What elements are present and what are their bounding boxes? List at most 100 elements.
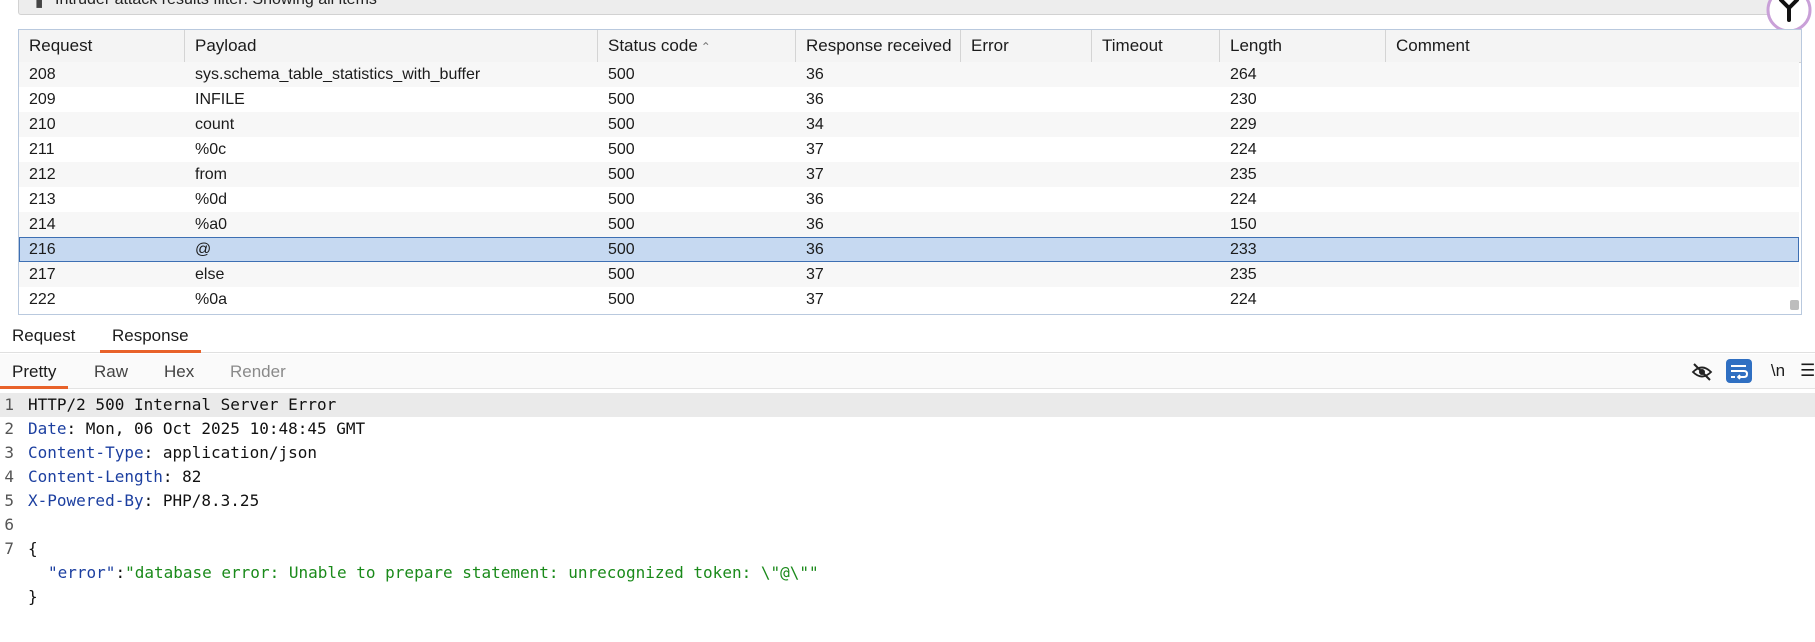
- cell-request: 222: [29, 291, 56, 308]
- cell-status-code: 500: [608, 91, 635, 108]
- line-number: 5: [4, 491, 14, 510]
- header-line: Date: Mon, 06 Oct 2025 10:48:45 GMT: [28, 419, 366, 438]
- cell-response-received: 37: [806, 166, 824, 183]
- header-line: Content-Type: application/json: [28, 443, 317, 462]
- cell-error: [961, 237, 1092, 262]
- cell-timeout: [1092, 187, 1220, 212]
- cell-length: 224: [1230, 141, 1257, 158]
- cell-request: 211: [29, 141, 55, 158]
- cell-timeout: [1092, 162, 1220, 187]
- filter-text: Intruder attack results filter: Showing …: [55, 0, 377, 9]
- cell-status-code: 500: [608, 291, 635, 308]
- menu-icon[interactable]: ☰: [1800, 354, 1815, 388]
- tab-raw[interactable]: Raw: [82, 354, 140, 386]
- column-header-response-received[interactable]: Response received: [796, 30, 961, 62]
- cell-response-received: 37: [806, 291, 824, 308]
- cell-request: 216: [29, 241, 56, 258]
- header-value: application/json: [153, 443, 317, 462]
- column-header-comment[interactable]: Comment: [1386, 30, 1799, 62]
- cell-length: 235: [1230, 166, 1257, 183]
- cell-comment: [1386, 212, 1799, 237]
- tab-response[interactable]: Response: [100, 320, 201, 353]
- line-number: 6: [4, 515, 14, 534]
- response-line: 1 HTTP/2 500 Internal Server Error: [0, 393, 1815, 417]
- view-tabs: Pretty Raw Hex Render \n ☰: [0, 354, 1815, 389]
- line-number: 1: [4, 395, 14, 414]
- header-line: X-Powered-By: PHP/8.3.25: [28, 491, 260, 510]
- cell-comment: [1386, 187, 1799, 212]
- cell-response-received: 36: [806, 241, 824, 258]
- table-row[interactable]: 208 sys.schema_table_statistics_with_buff…: [19, 62, 1799, 87]
- cell-length: 235: [1230, 266, 1257, 283]
- response-line: 5 X-Powered-By: PHP/8.3.25: [0, 489, 1815, 513]
- tab-render[interactable]: Render: [218, 354, 298, 386]
- response-line: 3 Content-Type: application/json: [0, 441, 1815, 465]
- header-name: X-Powered-By: [28, 491, 144, 510]
- table-row[interactable]: 214 %a0 500 36 150: [19, 212, 1799, 237]
- table-row[interactable]: 213 %0d 500 36 224: [19, 187, 1799, 212]
- column-header-request[interactable]: Request: [19, 30, 185, 62]
- response-line: }: [0, 585, 1815, 609]
- cell-comment: [1386, 62, 1799, 87]
- cell-timeout: [1092, 112, 1220, 137]
- cell-comment: [1386, 162, 1799, 187]
- column-header-timeout[interactable]: Timeout: [1092, 30, 1220, 62]
- cell-request: 208: [29, 66, 56, 83]
- table-row[interactable]: 210 count 500 34 229: [19, 112, 1799, 137]
- tab-request[interactable]: Request: [0, 320, 87, 350]
- message-tabs: Request Response: [0, 320, 1815, 353]
- tab-hex[interactable]: Hex: [152, 354, 206, 386]
- response-line: "error":"database error: Unable to prepa…: [0, 561, 1815, 585]
- cell-error: [961, 137, 1092, 162]
- cell-length: 224: [1230, 191, 1257, 208]
- cell-timeout: [1092, 237, 1220, 262]
- header-value: Mon, 06 Oct 2025 10:48:45 GMT: [76, 419, 366, 438]
- cell-response-received: 34: [806, 116, 824, 133]
- table-row[interactable]: 209 INFILE 500 36 230: [19, 87, 1799, 112]
- cell-length: 264: [1230, 66, 1257, 83]
- line-number: 3: [4, 443, 14, 462]
- header-name: Content-Length: [28, 467, 163, 486]
- cell-response-received: 36: [806, 191, 824, 208]
- cell-response-received: 37: [806, 266, 824, 283]
- cell-status-code: 500: [608, 266, 635, 283]
- cell-error: [961, 162, 1092, 187]
- line-number: 4: [4, 467, 14, 486]
- results-table[interactable]: Request Payload Status code ⌃ Response re…: [18, 29, 1802, 315]
- column-header-status-code[interactable]: Status code ⌃: [598, 30, 796, 62]
- results-filter-bar[interactable]: ▮ Intruder attack results filter: Showin…: [18, 0, 1800, 15]
- cell-comment: [1386, 137, 1799, 162]
- cell-payload: from: [195, 166, 227, 183]
- column-header-payload[interactable]: Payload: [185, 30, 598, 62]
- cell-request: 210: [29, 116, 56, 133]
- cell-request: 217: [29, 266, 56, 283]
- show-newlines-button[interactable]: \n: [1765, 354, 1791, 388]
- cell-comment: [1386, 287, 1799, 312]
- response-line: 7{: [0, 537, 1815, 561]
- line-number: 7: [4, 539, 14, 558]
- json-key: "error": [48, 563, 116, 582]
- column-header-error[interactable]: Error: [961, 30, 1092, 62]
- response-editor[interactable]: 1 HTTP/2 500 Internal Server Error 2 Date: …: [0, 391, 1815, 642]
- column-header-length[interactable]: Length: [1220, 30, 1386, 62]
- header-line: Content-Length: 82: [28, 467, 202, 486]
- cell-length: 230: [1230, 91, 1257, 108]
- table-row[interactable]: 212 from 500 37 235: [19, 162, 1799, 187]
- table-row[interactable]: 217 else 500 37 235: [19, 262, 1799, 287]
- table-scrollbar[interactable]: [1790, 300, 1799, 310]
- tab-pretty[interactable]: Pretty: [0, 354, 69, 389]
- word-wrap-icon[interactable]: [1726, 354, 1752, 388]
- cell-status-code: 500: [608, 191, 635, 208]
- header-name: Content-Type: [28, 443, 144, 462]
- cell-length: 229: [1230, 116, 1257, 133]
- header-value: PHP/8.3.25: [153, 491, 260, 510]
- cell-status-code: 500: [608, 66, 635, 83]
- cell-payload: %0c: [195, 141, 227, 158]
- table-row[interactable]: 222 %0a 500 37 224: [19, 287, 1799, 312]
- cell-status-code: 500: [608, 116, 635, 133]
- line-number: 2: [4, 419, 14, 438]
- table-row[interactable]: 216 @500 36 233: [19, 237, 1799, 262]
- hide-nonprintable-eye-off-icon[interactable]: [1688, 354, 1716, 388]
- table-row[interactable]: 211 %0c 500 37 224: [19, 137, 1799, 162]
- cell-payload: %0d: [195, 191, 228, 208]
